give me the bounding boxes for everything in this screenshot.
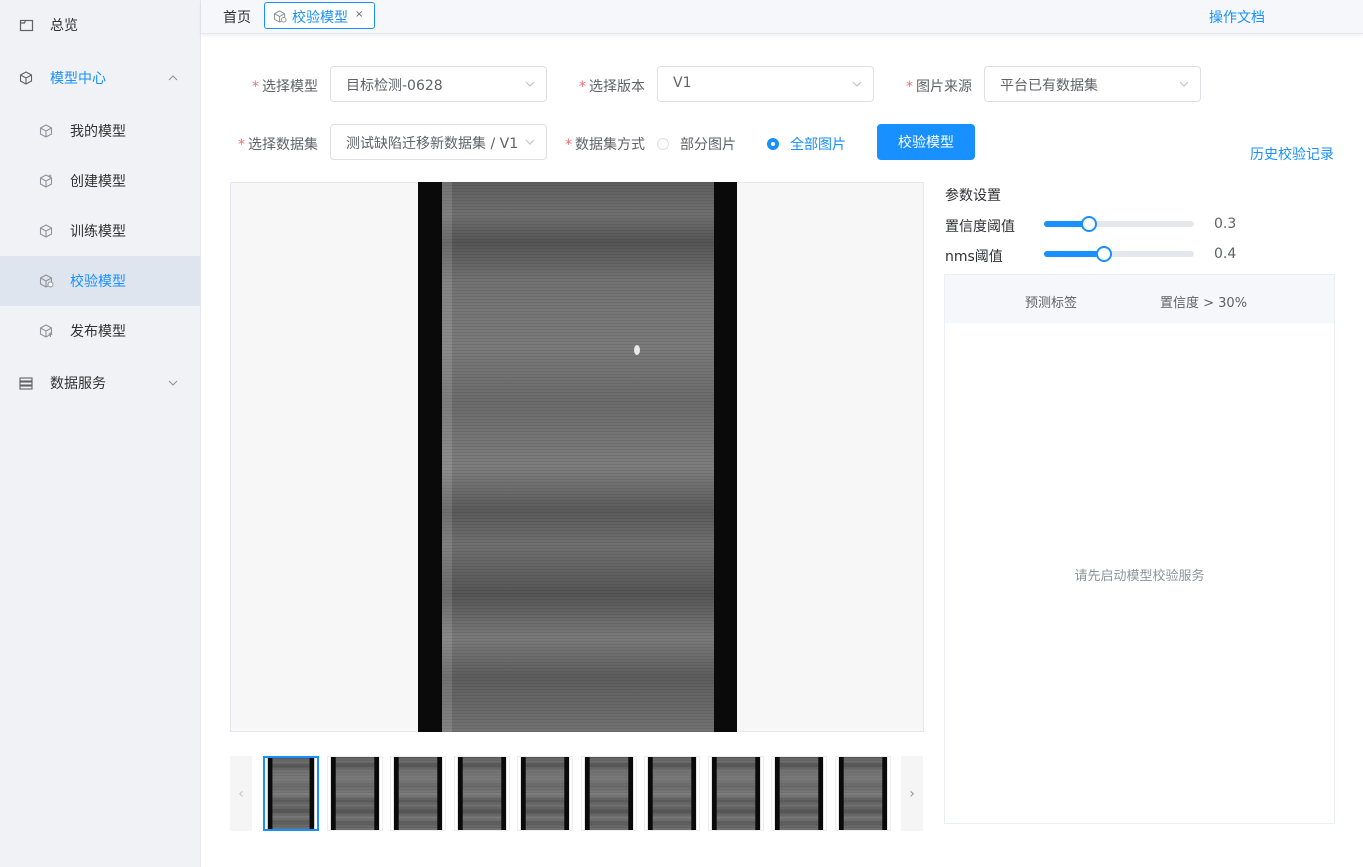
thumb-prev-button[interactable]: ‹: [230, 756, 252, 831]
sidebar-item-label: 我的模型: [70, 124, 126, 140]
thumbnail-image[interactable]: [580, 756, 637, 831]
slider-fill: [1044, 251, 1104, 257]
thumbnail-image[interactable]: [707, 756, 764, 831]
database-icon: [18, 375, 34, 391]
radio-circle: [657, 138, 669, 150]
version-select[interactable]: V1: [657, 66, 874, 102]
source-select[interactable]: 平台已有数据集: [984, 66, 1201, 102]
mode-radio-partial[interactable]: 部分图片: [657, 134, 736, 154]
cube-check-icon: [273, 10, 287, 27]
version-label: * 选择版本: [579, 79, 645, 95]
radio-circle: [767, 138, 779, 150]
model-select-value: 目标检测-0628: [346, 78, 443, 94]
nms-slider[interactable]: [1044, 246, 1194, 262]
thumbnail-image[interactable]: [644, 756, 700, 831]
docs-link[interactable]: 操作文档: [1209, 7, 1265, 27]
chevron-up-icon: [167, 72, 179, 84]
thumbnail-image[interactable]: [326, 756, 383, 831]
result-table-header: 预测标签 置信度 > 30%: [945, 275, 1334, 323]
dataset-select[interactable]: 测试缺陷迁移新数据集 / V1: [330, 124, 547, 160]
sidebar-item-data-service[interactable]: 数据服务: [0, 358, 200, 408]
chevron-down-icon: [167, 377, 179, 389]
sidebar-item-train-model[interactable]: 训练模型: [0, 206, 200, 256]
source-label: * 图片来源: [906, 79, 972, 95]
mode-label: * 数据集方式: [565, 137, 645, 153]
nms-value: 0.4: [1214, 246, 1237, 262]
result-table: 预测标签 置信度 > 30% 请先启动模型校验服务: [944, 274, 1335, 824]
thumbnail-image[interactable]: [771, 756, 827, 831]
cube-icon: [38, 223, 54, 239]
slider-handle[interactable]: [1081, 216, 1097, 232]
tab-label: 校验模型: [292, 10, 348, 26]
sidebar-item-label: 创建模型: [70, 174, 126, 190]
model-select[interactable]: 目标检测-0628: [330, 66, 547, 102]
sidebar-item-create-model[interactable]: 创建模型: [0, 156, 200, 206]
sidebar-item-label: 数据服务: [50, 376, 106, 392]
chevron-down-icon: [852, 81, 862, 87]
cube-publish-icon: [38, 323, 54, 339]
thumbnail-image[interactable]: [390, 756, 446, 831]
tab-bar: 首页 校验模型 × 操作文档: [201, 0, 1363, 34]
required-mark: *: [906, 79, 913, 95]
sidebar-item-label: 校验模型: [70, 274, 126, 290]
cube-add-icon: [38, 173, 54, 189]
tab-home[interactable]: 首页: [223, 7, 251, 27]
cube-check-icon: [38, 273, 54, 289]
mode-radio-all[interactable]: 全部图片: [767, 134, 846, 154]
col-predicted-label: 预测标签: [1025, 296, 1078, 311]
thumbnail-image[interactable]: [263, 756, 319, 831]
sidebar-item-label: 模型中心: [50, 71, 106, 87]
radio-label: 部分图片: [680, 137, 736, 153]
dataset-select-value: 测试缺陷迁移新数据集 / V1: [346, 136, 518, 152]
params-title: 参数设置: [945, 188, 1001, 204]
sidebar-item-label: 总览: [50, 18, 78, 34]
chevron-down-icon: [525, 139, 535, 145]
thumbnail-image[interactable]: [834, 756, 891, 831]
nms-label: nms阈值: [945, 249, 1003, 265]
sidebar-item-model-center[interactable]: 模型中心: [0, 53, 200, 103]
radio-label: 全部图片: [790, 137, 846, 153]
chevron-down-icon: [525, 81, 535, 87]
thumbnail-image[interactable]: [517, 756, 573, 831]
history-link[interactable]: 历史校验记录: [1250, 144, 1334, 164]
required-mark: *: [565, 137, 572, 153]
required-mark: *: [579, 79, 586, 95]
sidebar-item-my-models[interactable]: 我的模型: [0, 106, 200, 156]
confidence-value: 0.3: [1214, 216, 1237, 232]
thumbnail-image[interactable]: [453, 756, 510, 831]
cube-icon: [38, 123, 54, 139]
chevron-down-icon: [1179, 81, 1189, 87]
sidebar-item-publish-model[interactable]: 发布模型: [0, 306, 200, 356]
slider-handle[interactable]: [1096, 246, 1112, 262]
sidebar: 总览 模型中心 我的模型 创建模型 训练模型 校验模型 发布模型 数据服务: [0, 0, 201, 867]
col-confidence: 置信度 > 30%: [1160, 296, 1248, 311]
thumb-next-button[interactable]: ›: [901, 756, 923, 831]
close-icon[interactable]: ×: [355, 9, 363, 20]
version-select-value: V1: [673, 75, 692, 91]
dataset-label: * 选择数据集: [238, 137, 318, 153]
sidebar-item-verify-model[interactable]: 校验模型: [0, 256, 200, 306]
preview-image: [418, 182, 737, 732]
overview-icon: [18, 17, 34, 33]
sidebar-item-overview[interactable]: 总览: [0, 0, 200, 50]
required-mark: *: [252, 79, 259, 95]
required-mark: *: [238, 137, 245, 153]
empty-state-text: 请先启动模型校验服务: [1074, 569, 1205, 584]
cube-icon: [18, 70, 34, 86]
sidebar-item-label: 训练模型: [70, 224, 126, 240]
confidence-slider[interactable]: [1044, 216, 1194, 232]
verify-model-button[interactable]: 校验模型: [877, 124, 975, 160]
sidebar-item-label: 发布模型: [70, 324, 126, 340]
source-select-value: 平台已有数据集: [1000, 78, 1098, 94]
confidence-label: 置信度阈值: [945, 219, 1015, 235]
tab-verify-model[interactable]: 校验模型 ×: [264, 2, 375, 29]
model-label: * 选择模型: [252, 79, 318, 95]
